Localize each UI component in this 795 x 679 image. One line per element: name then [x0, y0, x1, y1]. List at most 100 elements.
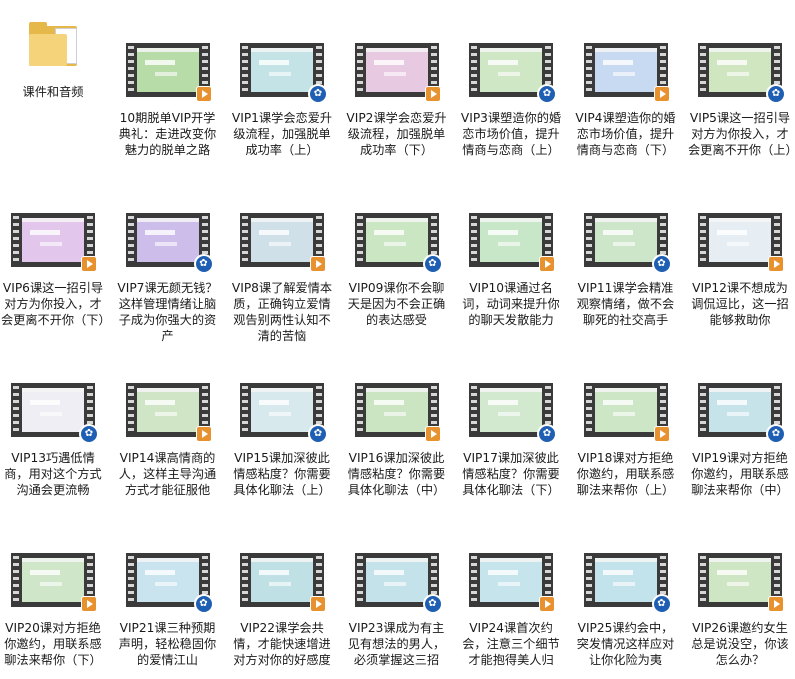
video-thumbnail: ✿: [354, 208, 443, 274]
play-overlay-icon: [81, 256, 97, 272]
video-file-item[interactable]: VIP20课对方拒绝你邀约，用联系感聊法来帮你（下）: [0, 548, 109, 668]
file-name-label: VIP16课加深彼此情感粘度？你需要具体化聊法（中）: [347, 451, 446, 497]
video-file-item[interactable]: ✿ VIP11课学会精准观察情绪，做不会聊死的社交高手: [570, 208, 682, 328]
video-file-item[interactable]: ✿ VIP13巧遇低情商，用对这个方式沟通会更流畅: [0, 378, 109, 498]
thumbnail-preview: [365, 48, 428, 92]
thumbnail-preview: [594, 558, 657, 602]
video-file-item[interactable]: VIP12课不想成为调侃逗比，这一招能够救助你: [684, 208, 795, 328]
thumbnail-preview: [709, 48, 771, 92]
thumbnail-preview: [251, 48, 313, 92]
play-overlay-icon: [81, 596, 97, 612]
video-thumbnail: [698, 548, 784, 614]
thumbnail-preview: [594, 48, 657, 92]
video-file-item[interactable]: ✿ VIP23课成为有主见有想法的男人，必须掌握这三招: [341, 548, 453, 668]
file-name-label: VIP26课邀约女生总是说没空，你该怎么办？: [691, 621, 789, 667]
play-overlay-icon: [653, 86, 670, 102]
video-file-item[interactable]: ✿ VIP25课约会中，突发情况这样应对让你化险为夷: [570, 548, 682, 668]
video-file-item[interactable]: VIP14课高情商的人，这样主导沟通方式才能征服他: [112, 378, 224, 498]
thumbnail-preview: [251, 218, 313, 262]
video-thumbnail: [469, 208, 555, 274]
video-file-item[interactable]: VIP24课首次约会，注意三个细节才能抱得美人归: [455, 548, 567, 668]
file-grid: 课件和音频 10期脱单VIP开学典礼：走进改变你魅力的脱单之路 ✿ VIP1课学会恋爱…: [0, 0, 795, 679]
folder-item[interactable]: 课件和音频: [0, 12, 109, 100]
video-thumbnail: [354, 38, 441, 104]
video-thumbnail: [240, 208, 326, 274]
media-player-badge-icon: ✿: [193, 254, 214, 274]
video-thumbnail: ✿: [469, 38, 557, 104]
video-thumbnail: [125, 38, 212, 104]
video-file-item[interactable]: ✿ VIP1课学会恋爱升级流程，加强脱单成功率（上）: [226, 38, 338, 158]
media-player-badge-icon: ✿: [422, 254, 443, 274]
video-thumbnail: ✿: [125, 548, 214, 614]
video-thumbnail: ✿: [240, 38, 328, 104]
file-name-label: 课件和音频: [22, 85, 84, 99]
thumbnail-preview: [136, 218, 199, 262]
file-name-label: VIP12课不想成为调侃逗比，这一招能够救助你: [691, 281, 789, 327]
media-player-badge-icon: ✿: [537, 424, 557, 444]
thumbnail-preview: [251, 388, 313, 432]
play-overlay-icon: [195, 86, 212, 102]
video-file-item[interactable]: VIP4课塑造你的婚恋市场价值，提升情商与恋商（下）: [570, 38, 682, 158]
video-file-item[interactable]: ✿ VIP17课加深彼此情感粘度？你需要具体化聊法（下）: [455, 378, 567, 498]
video-file-item[interactable]: ✿ VIP5课这一招引导对方为你投入，才会更离不开你（上）: [684, 38, 795, 158]
file-name-label: VIP23课成为有主见有想法的男人，必须掌握这三招: [347, 621, 446, 667]
thumbnail-preview: [136, 388, 199, 432]
video-thumbnail: [583, 378, 670, 444]
video-file-item[interactable]: VIP2课学会恋爱升级流程，加强脱单成功率（下）: [341, 38, 453, 158]
video-file-item[interactable]: VIP18课对方拒绝你邀约，用联系感聊法来帮你（上）: [570, 378, 682, 498]
video-file-item[interactable]: 10期脱单VIP开学典礼：走进改变你魅力的脱单之路: [112, 38, 224, 158]
play-overlay-icon: [539, 596, 555, 612]
video-thumbnail: ✿: [698, 378, 786, 444]
file-name-label: VIP18课对方拒绝你邀约，用联系感聊法来帮你（上）: [576, 451, 675, 497]
video-thumbnail: [125, 378, 212, 444]
thumbnail-preview: [480, 218, 542, 262]
media-player-badge-icon: ✿: [422, 594, 443, 614]
thumbnail-preview: [22, 388, 84, 432]
file-name-label: VIP25课约会中，突发情况这样应对让你化险为夷: [576, 621, 675, 667]
file-name-label: VIP15课加深彼此情感粘度？你需要具体化聊法（上）: [233, 451, 331, 497]
thumbnail-preview: [365, 558, 428, 602]
video-file-item[interactable]: ✿ VIP15课加深彼此情感粘度？你需要具体化聊法（上）: [226, 378, 338, 498]
media-player-badge-icon: ✿: [651, 254, 672, 274]
file-name-label: VIP5课这一招引导对方为你投入，才会更离不开你（上）: [688, 111, 795, 157]
file-name-label: VIP24课首次约会，注意三个细节才能抱得美人归: [462, 621, 560, 667]
video-file-item[interactable]: ✿ VIP09课你不会聊天是因为不会正确的表达感受: [341, 208, 453, 328]
video-file-item[interactable]: VIP10课通过名词，动词来提升你的聊天发散能力: [455, 208, 567, 328]
file-name-label: VIP20课对方拒绝你邀约，用联系感聊法来帮你（下）: [4, 621, 102, 667]
media-player-badge-icon: ✿: [766, 84, 786, 104]
thumbnail-preview: [136, 48, 199, 92]
file-name-label: VIP3课塑造你的婚恋市场价值，提升情商与恋商（上）: [460, 111, 562, 157]
video-file-item[interactable]: ✿ VIP19课对方拒绝你邀约，用联系感聊法来帮你（中）: [684, 378, 795, 498]
video-file-item[interactable]: VIP26课邀约女生总是说没空，你该怎么办？: [684, 548, 795, 668]
file-name-label: VIP14课高情商的人，这样主导沟通方式才能征服他: [118, 451, 217, 497]
media-player-badge-icon: ✿: [651, 594, 672, 614]
thumbnail-preview: [709, 558, 771, 602]
media-player-badge-icon: ✿: [193, 594, 214, 614]
thumbnail-preview: [709, 218, 771, 262]
media-player-badge-icon: ✿: [537, 84, 557, 104]
thumbnail-preview: [22, 558, 84, 602]
file-name-label: VIP17课加深彼此情感粘度？你需要具体化聊法（下）: [462, 451, 560, 497]
file-name-label: VIP13巧遇低情商，用对这个方式沟通会更流畅: [4, 451, 102, 497]
play-overlay-icon: [539, 256, 555, 272]
thumbnail-preview: [22, 218, 84, 262]
video-thumbnail: [354, 378, 441, 444]
video-thumbnail: [240, 548, 326, 614]
media-player-badge-icon: ✿: [308, 84, 328, 104]
video-file-item[interactable]: ✿ VIP21课三种预期声明，轻松稳固你的爱情江山: [112, 548, 224, 668]
play-overlay-icon: [653, 426, 670, 442]
file-name-label: VIP10课通过名词，动词来提升你的聊天发散能力: [462, 281, 560, 327]
video-file-item[interactable]: ✿ VIP7课无颜无钱？这样管理情绪让脑子成为你强大的资产: [112, 208, 224, 344]
video-file-item[interactable]: VIP22课学会共情，才能快速增进对方对你的好感度: [226, 548, 338, 668]
play-overlay-icon: [310, 596, 326, 612]
video-file-item[interactable]: VIP6课这一招引导对方为你投入，才会更离不开你（下）: [0, 208, 111, 328]
media-player-badge-icon: ✿: [308, 424, 328, 444]
video-thumbnail: ✿: [583, 548, 672, 614]
video-file-item[interactable]: ✿ VIP3课塑造你的婚恋市场价值，提升情商与恋商（上）: [455, 38, 567, 158]
video-thumbnail: [11, 208, 97, 274]
video-file-item[interactable]: VIP8课了解爱情本质，正确钩立爱情观告别两性认知不清的苦恼: [226, 208, 338, 344]
play-overlay-icon: [310, 256, 326, 272]
file-name-label: VIP7课无颜无钱？这样管理情绪让脑子成为你强大的资产: [117, 281, 218, 343]
video-thumbnail: ✿: [354, 548, 443, 614]
video-file-item[interactable]: VIP16课加深彼此情感粘度？你需要具体化聊法（中）: [341, 378, 453, 498]
